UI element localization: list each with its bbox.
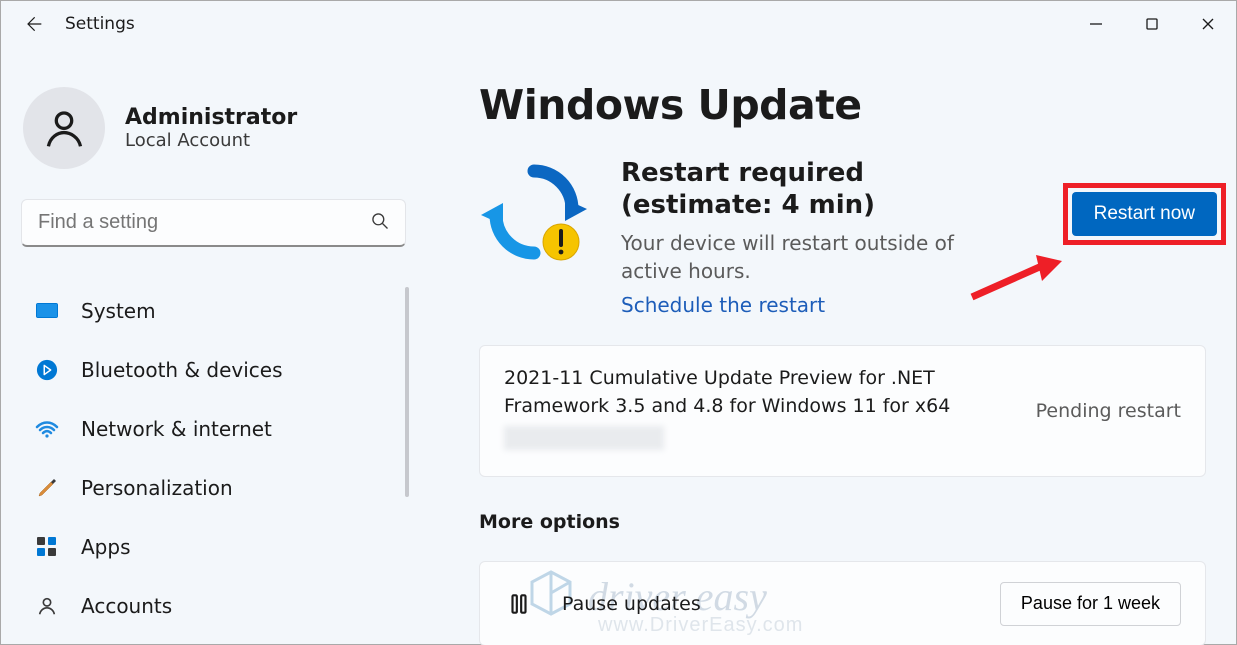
search-field[interactable] (21, 199, 406, 247)
profile-name: Administrator (125, 105, 297, 130)
sidebar-menu: System Bluetooth & devices Network & int… (21, 283, 399, 633)
pause-1-week-button[interactable]: Pause for 1 week (1000, 582, 1181, 626)
sidebar: Administrator Local Account System (1, 47, 419, 645)
back-icon[interactable] (23, 14, 43, 34)
accounts-icon (35, 594, 59, 618)
profile-block[interactable]: Administrator Local Account (23, 87, 399, 169)
pause-updates-card[interactable]: driver easy www.DriverEasy.com Pause upd… (479, 561, 1206, 645)
restart-text: Restart required (estimate: 4 min) Your … (621, 157, 991, 317)
wifi-icon (35, 417, 59, 441)
watermark-text2: www.DriverEasy.com (598, 614, 803, 637)
settings-window: Settings Administrator Local Acco (0, 0, 1237, 645)
titlebar-left: Settings (23, 14, 135, 34)
sidebar-item-label: Bluetooth & devices (81, 358, 283, 382)
update-title-line2: Framework 3.5 and 4.8 for Windows 11 for… (504, 395, 950, 417)
more-options-heading: More options (479, 511, 1206, 533)
restart-heading: Restart required (estimate: 4 min) (621, 157, 991, 221)
sidebar-item-label: Apps (81, 535, 131, 559)
close-button[interactable] (1180, 1, 1236, 47)
system-icon (35, 299, 59, 323)
body: Administrator Local Account System (1, 47, 1236, 645)
search-input[interactable] (21, 199, 406, 247)
sidebar-item-label: Accounts (81, 594, 172, 618)
sidebar-scrollbar[interactable] (405, 287, 409, 497)
annotation-highlight-box: Restart now (1063, 183, 1226, 245)
restart-now-button[interactable]: Restart now (1072, 192, 1217, 236)
page-title: Windows Update (479, 81, 1206, 129)
maximize-button[interactable] (1124, 1, 1180, 47)
pause-icon (504, 589, 534, 619)
sidebar-item-label: System (81, 299, 156, 323)
pause-updates-label: Pause updates (562, 593, 701, 615)
window-controls (1068, 1, 1236, 47)
sidebar-item-personalization[interactable]: Personalization (21, 460, 399, 515)
sidebar-item-system[interactable]: System (21, 283, 399, 338)
sidebar-item-label: Personalization (81, 476, 233, 500)
sidebar-item-apps[interactable]: Apps (21, 519, 399, 574)
search-icon (370, 211, 390, 235)
profile-text: Administrator Local Account (125, 105, 297, 151)
avatar (23, 87, 105, 169)
restart-subtext: Your device will restart outside of acti… (621, 229, 991, 285)
update-title-redacted (504, 426, 664, 450)
app-title: Settings (65, 14, 135, 34)
update-card[interactable]: 2021-11 Cumulative Update Preview for .N… (479, 345, 1206, 477)
sidebar-item-bluetooth[interactable]: Bluetooth & devices (21, 342, 399, 397)
schedule-restart-link[interactable]: Schedule the restart (621, 293, 991, 317)
update-title: 2021-11 Cumulative Update Preview for .N… (504, 364, 1016, 458)
update-sync-icon (479, 157, 589, 267)
main-content: Windows Update Restart required (estimat… (419, 47, 1236, 645)
restart-block: Restart required (estimate: 4 min) Your … (479, 157, 1206, 317)
sidebar-item-network[interactable]: Network & internet (21, 401, 399, 456)
sidebar-item-accounts[interactable]: Accounts (21, 578, 399, 633)
update-title-line1: 2021-11 Cumulative Update Preview for .N… (504, 367, 935, 389)
bluetooth-icon (35, 358, 59, 382)
profile-subtitle: Local Account (125, 130, 297, 151)
sidebar-item-label: Network & internet (81, 417, 272, 441)
minimize-button[interactable] (1068, 1, 1124, 47)
titlebar: Settings (1, 1, 1236, 47)
update-status: Pending restart (1036, 400, 1181, 422)
paintbrush-icon (35, 476, 59, 500)
apps-icon (35, 535, 59, 559)
